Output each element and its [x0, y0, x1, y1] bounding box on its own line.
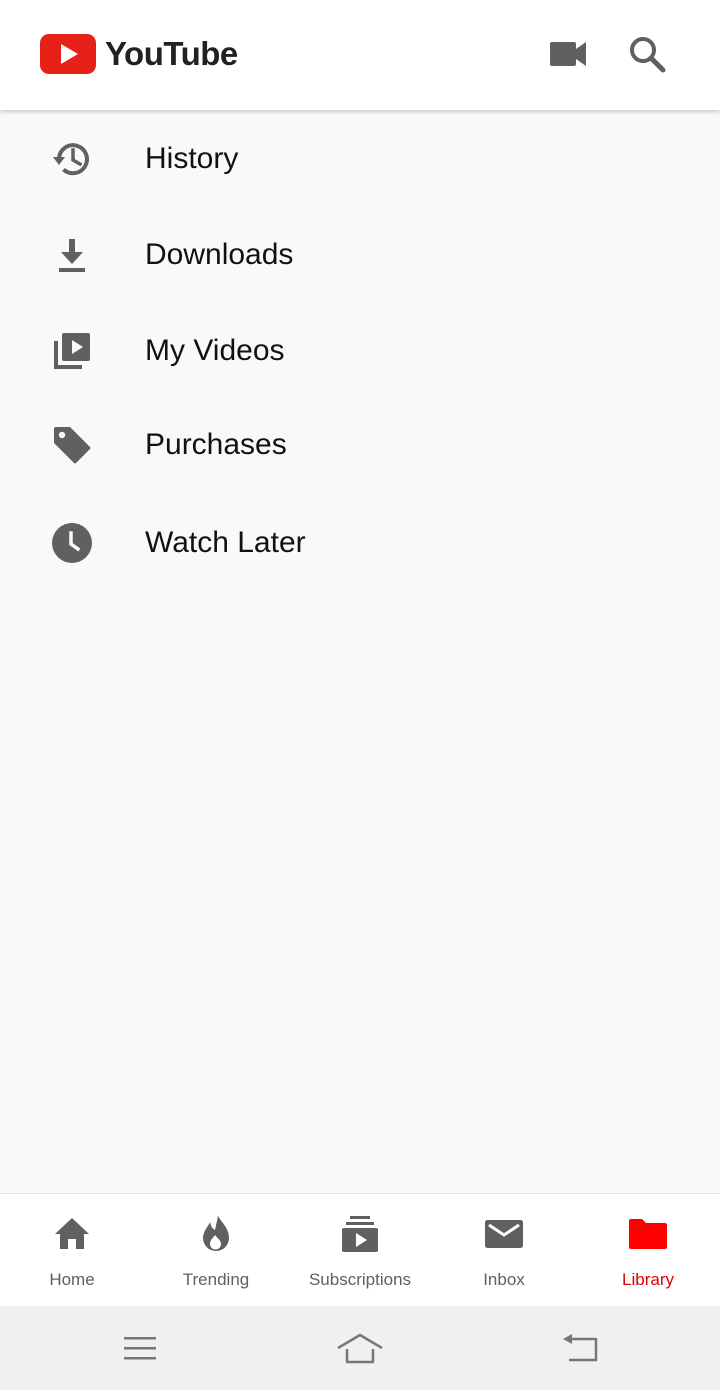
flame-icon — [194, 1212, 238, 1256]
home-outline-icon[interactable] — [336, 1326, 384, 1370]
menu-item-label: Watch Later — [145, 526, 306, 559]
menu-item-label: My Videos — [145, 334, 285, 367]
clock-icon — [48, 519, 96, 567]
menu-item-my-videos[interactable]: My Videos — [0, 303, 720, 399]
menu-lines-icon[interactable] — [116, 1326, 164, 1370]
system-navigation-bar — [0, 1306, 720, 1390]
bottom-navigation: Home Trending Subscriptions Inbox Librar… — [0, 1193, 720, 1307]
nav-label: Library — [622, 1270, 674, 1289]
nav-item-trending[interactable]: Trending — [144, 1194, 288, 1307]
tag-icon — [48, 421, 96, 469]
nav-item-subscriptions[interactable]: Subscriptions — [288, 1194, 432, 1307]
menu-item-purchases[interactable]: Purchases — [0, 397, 720, 493]
menu-item-downloads[interactable]: Downloads — [0, 207, 720, 303]
app-title: YouTube — [105, 35, 238, 72]
youtube-logo[interactable]: YouTube — [40, 34, 238, 74]
video-camera-icon[interactable] — [546, 32, 590, 76]
subscriptions-icon — [338, 1212, 382, 1256]
menu-item-label: History — [145, 142, 239, 175]
nav-label: Trending — [182, 1270, 250, 1289]
top-app-bar: YouTube — [0, 0, 720, 110]
menu-item-label: Purchases — [145, 428, 287, 461]
mail-icon — [482, 1212, 526, 1256]
nav-label: Home — [49, 1270, 95, 1289]
my-videos-icon — [48, 327, 96, 375]
download-icon — [48, 231, 96, 279]
history-icon — [48, 135, 96, 183]
nav-item-library[interactable]: Library — [576, 1194, 720, 1307]
home-icon — [50, 1212, 94, 1256]
folder-icon — [626, 1212, 670, 1256]
youtube-play-logo-icon — [40, 34, 96, 74]
menu-item-history[interactable]: History — [0, 111, 720, 207]
nav-item-inbox[interactable]: Inbox — [432, 1194, 576, 1307]
nav-label: Inbox — [483, 1270, 525, 1289]
nav-item-home[interactable]: Home — [0, 1194, 144, 1307]
back-icon[interactable] — [556, 1326, 604, 1370]
menu-item-watch-later[interactable]: Watch Later — [0, 495, 720, 591]
nav-label: Subscriptions — [308, 1270, 412, 1289]
search-icon[interactable] — [625, 32, 669, 76]
menu-item-label: Downloads — [145, 238, 294, 271]
